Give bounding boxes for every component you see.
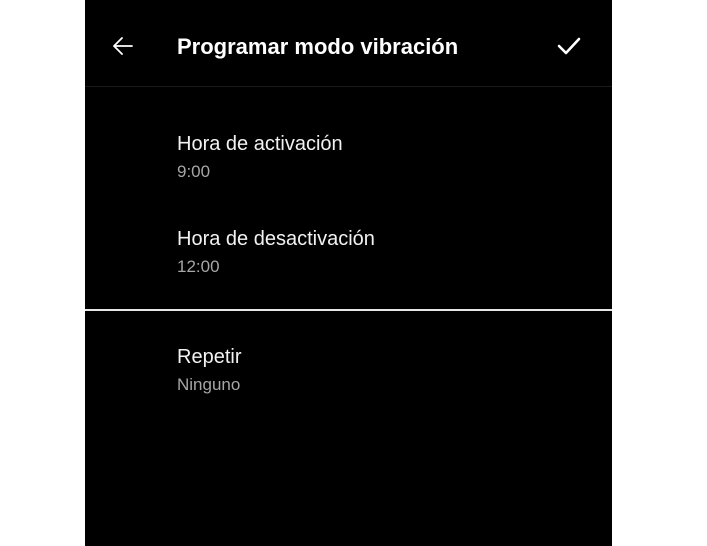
section-divider [85,309,612,311]
setting-label: Hora de activación [177,133,343,155]
screen: Programar modo vibración Hora de activac… [85,0,612,546]
setting-activation-time[interactable]: Hora de activación 9:00 [85,131,612,191]
setting-label: Repetir [177,346,242,368]
back-button[interactable] [105,28,141,64]
setting-repeat[interactable]: Repetir Ninguno [85,344,612,404]
setting-value: Ninguno [177,375,241,394]
confirm-button[interactable] [551,28,587,64]
setting-value: 9:00 [177,162,211,181]
arrow-left-icon [113,37,133,55]
setting-value: 12:00 [177,257,220,276]
check-icon [557,37,581,55]
page-title: Programar modo vibración [177,34,459,59]
setting-deactivation-time[interactable]: Hora de desactivación 12:00 [85,226,612,286]
setting-label: Hora de desactivación [177,228,375,250]
app-bar: Programar modo vibración [85,0,612,87]
